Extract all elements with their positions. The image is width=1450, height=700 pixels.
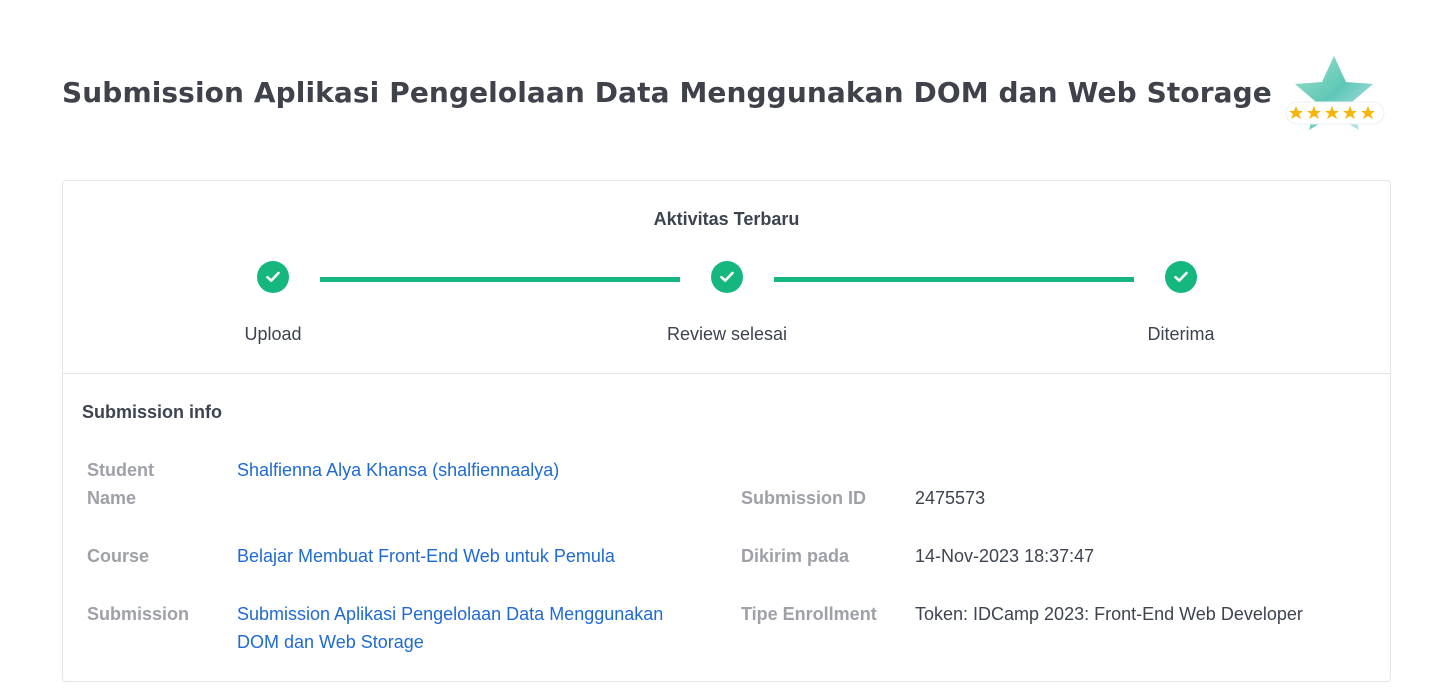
student-name-label: Student Name [87, 456, 154, 512]
submission-link[interactable]: Submission Aplikasi Pengelolaan Data Men… [237, 600, 663, 656]
submission-link-line1: Submission Aplikasi Pengelolaan Data Men… [237, 604, 664, 624]
student-name-label-line2: Name [87, 488, 137, 508]
sent-at-label: Dikirim pada [741, 546, 850, 566]
progress-line [774, 277, 1134, 282]
course-link[interactable]: Belajar Membuat Front-End Web untuk Pemu… [237, 542, 615, 570]
sent-at-value: 14-Nov-2023 18:37:47 [915, 546, 1095, 566]
submission-label: Submission [87, 604, 190, 624]
check-circle-icon [1165, 261, 1197, 293]
student-name-link[interactable]: Shalfienna Alya Khansa (shalfiennaalya) [237, 456, 559, 484]
step-label-upload: Upload [244, 324, 302, 344]
activity-section: Aktivitas Terbaru Upload Review selesai … [63, 181, 1390, 374]
enrollment-type-label: Tipe Enrollment [741, 604, 877, 624]
check-circle-icon [711, 261, 743, 293]
five-star-rating-badge-icon [1284, 56, 1388, 136]
page-title: Submission Aplikasi Pengelolaan Data Men… [62, 76, 1272, 109]
submission-id-value: 2475573 [915, 488, 986, 508]
check-circle-icon [257, 261, 289, 293]
submission-info-title: Submission info [82, 402, 223, 422]
course-label: Course [87, 546, 150, 566]
submission-id-label: Submission ID [741, 488, 867, 508]
progress-line [320, 277, 680, 282]
submission-card: Aktivitas Terbaru Upload Review selesai … [62, 180, 1391, 682]
student-name-label-line1: Student [87, 460, 154, 480]
step-label-accepted: Diterima [1147, 324, 1215, 344]
activity-title: Aktivitas Terbaru [653, 209, 800, 229]
enrollment-type-value: Token: IDCamp 2023: Front-End Web Develo… [915, 604, 1303, 624]
step-label-review: Review selesai [666, 324, 788, 344]
submission-link-line2: DOM dan Web Storage [237, 632, 424, 652]
